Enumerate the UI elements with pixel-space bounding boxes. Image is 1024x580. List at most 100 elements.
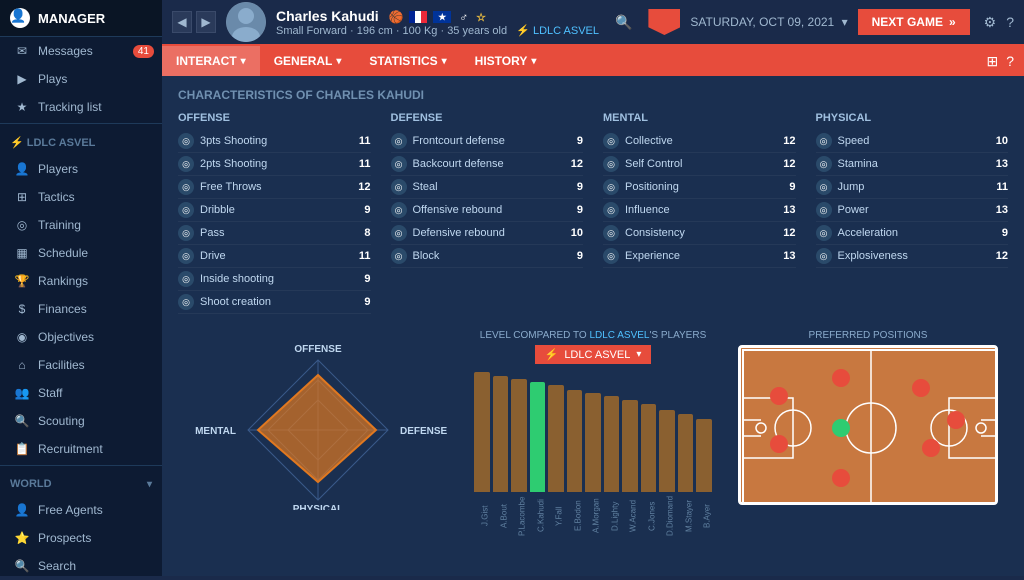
char-skill-icon: ◎ bbox=[816, 179, 832, 195]
sidebar-label-prospects: Prospects bbox=[38, 531, 91, 545]
general-chevron-icon: ▾ bbox=[336, 56, 341, 67]
char-skill-label: Consistency bbox=[625, 227, 685, 239]
char-skill-icon: ◎ bbox=[603, 202, 619, 218]
subnav-icon2[interactable]: ? bbox=[1006, 53, 1014, 70]
char-skill-icon: ◎ bbox=[816, 156, 832, 172]
sidebar-label-finances: Finances bbox=[38, 302, 87, 316]
next-game-arrow-icon: » bbox=[949, 15, 956, 29]
bar-label-item: C.Kahudi bbox=[530, 496, 546, 536]
char-skill-label: Offensive rebound bbox=[413, 204, 503, 216]
char-skill-value: 12 bbox=[996, 250, 1008, 262]
sidebar-title: MANAGER bbox=[38, 11, 105, 26]
help-icon[interactable]: ? bbox=[1006, 14, 1014, 30]
physical-header: PHYSICAL bbox=[816, 112, 1009, 124]
char-skill-value: 9 bbox=[577, 181, 583, 193]
sidebar-item-finances[interactable]: $ Finances bbox=[0, 295, 162, 323]
char-row: ◎ 3pts Shooting 11 bbox=[178, 130, 371, 153]
char-row: ◎ Influence 13 bbox=[603, 199, 796, 222]
bar-item bbox=[548, 385, 564, 492]
sidebar-item-messages[interactable]: ✉ Messages 41 bbox=[0, 37, 162, 65]
sidebar-item-scouting[interactable]: 🔍 Scouting bbox=[0, 407, 162, 435]
team-selector-button[interactable]: ⚡ LDLC ASVEL ▾ bbox=[535, 345, 652, 364]
nav-forward-button[interactable]: ▶ bbox=[196, 11, 216, 33]
char-skill-value: 11 bbox=[359, 158, 371, 170]
char-skill-value: 12 bbox=[571, 158, 583, 170]
history-chevron-icon: ▾ bbox=[531, 56, 536, 67]
sidebar-item-plays[interactable]: ▶ Plays bbox=[0, 65, 162, 93]
finances-icon: $ bbox=[14, 302, 30, 316]
topbar: ◀ ▶ Charles Kahudi 🏀 ★ ♂ ☆ Small bbox=[162, 0, 1024, 46]
messages-badge: 41 bbox=[133, 45, 154, 58]
svg-text:MENTAL: MENTAL bbox=[195, 426, 236, 437]
subnav-general[interactable]: GENERAL ▾ bbox=[260, 46, 356, 76]
char-row: ◎ Free Throws 12 bbox=[178, 176, 371, 199]
recruitment-icon: 📋 bbox=[14, 442, 30, 456]
bar-item bbox=[622, 400, 638, 492]
char-skill-icon: ◎ bbox=[816, 248, 832, 264]
bar-chart-container: LEVEL COMPARED TO LDLC ASVEL'S PLAYERS ⚡… bbox=[474, 330, 712, 536]
sidebar-item-prospects[interactable]: ⭐ Prospects bbox=[0, 524, 162, 552]
sidebar-item-tactics[interactable]: ⊞ Tactics bbox=[0, 183, 162, 211]
char-skill-label: Drive bbox=[200, 250, 226, 262]
char-skill-icon: ◎ bbox=[178, 248, 194, 264]
sidebar-item-recruitment[interactable]: 📋 Recruitment bbox=[0, 435, 162, 463]
subnav: INTERACT ▾ GENERAL ▾ STATISTICS ▾ HISTOR… bbox=[162, 46, 1024, 76]
char-skill-icon: ◎ bbox=[391, 179, 407, 195]
char-skill-label: 3pts Shooting bbox=[200, 135, 267, 147]
sidebar: 👤 MANAGER ✉ Messages 41 ▶ Plays ★ Tracki… bbox=[0, 0, 162, 576]
svg-text:OFFENSE: OFFENSE bbox=[294, 344, 342, 355]
player-info: Charles Kahudi 🏀 ★ ♂ ☆ Small Forward · 1… bbox=[276, 8, 599, 37]
manager-icon: 👤 bbox=[10, 8, 30, 28]
free-agents-icon: 👤 bbox=[14, 503, 30, 517]
char-skill-value: 10 bbox=[571, 227, 583, 239]
next-game-button[interactable]: NEXT GAME » bbox=[858, 9, 970, 35]
char-skill-value: 9 bbox=[577, 250, 583, 262]
char-skill-value: 9 bbox=[577, 204, 583, 216]
char-skill-icon: ◎ bbox=[178, 156, 194, 172]
char-row: ◎ Self Control 12 bbox=[603, 153, 796, 176]
sidebar-item-rankings[interactable]: 🏆 Rankings bbox=[0, 267, 162, 295]
sidebar-item-tracking[interactable]: ★ Tracking list bbox=[0, 93, 162, 121]
search-icon[interactable]: 🔍 bbox=[615, 14, 632, 31]
characteristics-grid: OFFENSE ◎ 3pts Shooting 11 ◎ 2pts Shooti… bbox=[178, 112, 1008, 314]
date-chevron-icon[interactable]: ▾ bbox=[842, 15, 848, 29]
sidebar-label-facilities: Facilities bbox=[38, 358, 85, 372]
interact-chevron-icon: ▾ bbox=[241, 56, 246, 67]
svg-text:PHYSICAL: PHYSICAL bbox=[293, 504, 344, 510]
team-selector-label: LDLC ASVEL bbox=[564, 349, 630, 361]
bar-label-item: A.Bout bbox=[493, 496, 509, 536]
char-row: ◎ 2pts Shooting 11 bbox=[178, 153, 371, 176]
char-row: ◎ Acceleration 9 bbox=[816, 222, 1009, 245]
sidebar-item-players[interactable]: 👤 Players bbox=[0, 155, 162, 183]
flag-decoration bbox=[648, 9, 680, 35]
subnav-icon1[interactable]: ⊞ bbox=[986, 53, 998, 70]
tracking-icon: ★ bbox=[14, 100, 30, 114]
char-skill-label: Stamina bbox=[838, 158, 878, 170]
sidebar-item-staff[interactable]: 👥 Staff bbox=[0, 379, 162, 407]
gear-icon[interactable]: ⚙ bbox=[984, 14, 997, 31]
bar-chart-title: LEVEL COMPARED TO LDLC ASVEL'S PLAYERS bbox=[474, 330, 712, 341]
bar-label-item: A.Morgan bbox=[585, 496, 601, 536]
subnav-interact[interactable]: INTERACT ▾ bbox=[162, 46, 260, 76]
char-skill-label: Positioning bbox=[625, 181, 679, 193]
char-row: ◎ Consistency 12 bbox=[603, 222, 796, 245]
subnav-statistics[interactable]: STATISTICS ▾ bbox=[355, 46, 460, 76]
offense-rows: ◎ 3pts Shooting 11 ◎ 2pts Shooting 11 ◎ … bbox=[178, 130, 371, 314]
sidebar-item-schedule[interactable]: ▦ Schedule bbox=[0, 239, 162, 267]
bar-label-item: J.Gist bbox=[474, 496, 490, 536]
char-skill-icon: ◎ bbox=[178, 179, 194, 195]
sidebar-item-objectives[interactable]: ◉ Objectives bbox=[0, 323, 162, 351]
bar-label-item: D.Lighty bbox=[604, 496, 620, 536]
nav-back-button[interactable]: ◀ bbox=[172, 11, 192, 33]
char-skill-label: Jump bbox=[838, 181, 865, 193]
char-skill-icon: ◎ bbox=[603, 156, 619, 172]
sidebar-item-free-agents[interactable]: 👤 Free Agents bbox=[0, 496, 162, 524]
sidebar-item-facilities[interactable]: ⌂ Facilities bbox=[0, 351, 162, 379]
subnav-history[interactable]: HISTORY ▾ bbox=[461, 46, 551, 76]
sidebar-label-objectives: Objectives bbox=[38, 330, 94, 344]
schedule-icon: ▦ bbox=[14, 246, 30, 260]
world-chevron-icon: ▾ bbox=[147, 479, 152, 490]
char-row: ◎ Offensive rebound 9 bbox=[391, 199, 584, 222]
sidebar-section-world[interactable]: WORLD ▾ bbox=[0, 472, 162, 496]
sidebar-item-training[interactable]: ◎ Training bbox=[0, 211, 162, 239]
